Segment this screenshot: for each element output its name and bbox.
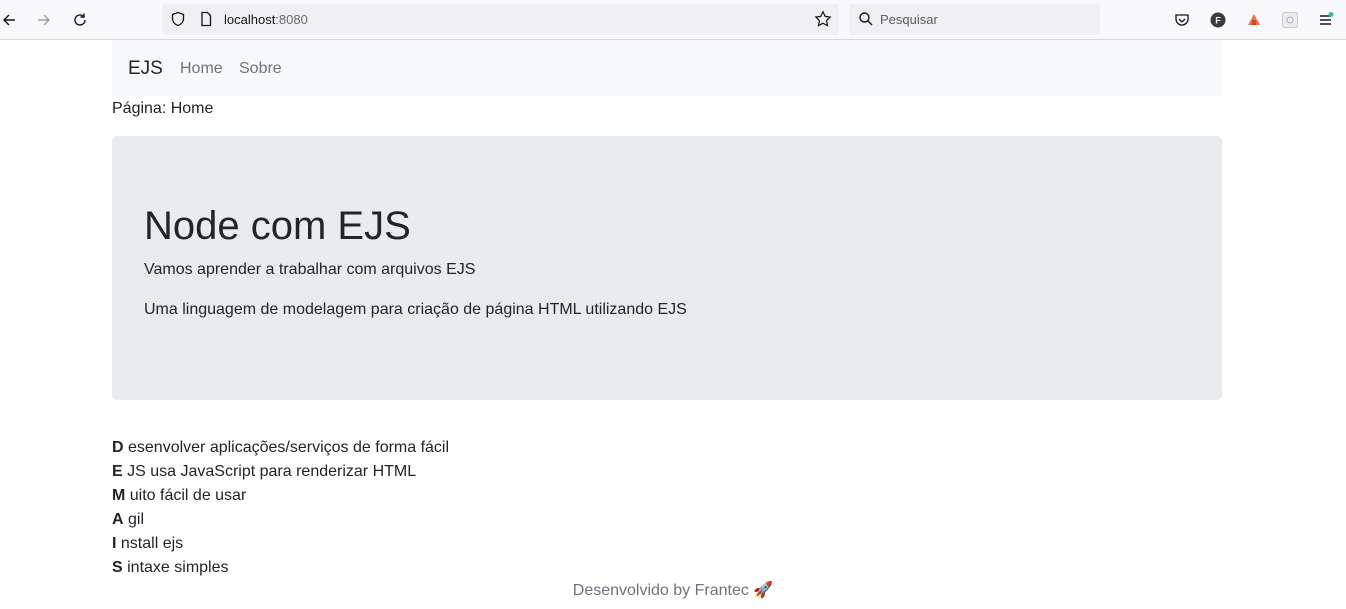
search-box[interactable]: Pesquisar (849, 4, 1100, 35)
list-item: A gil (112, 508, 449, 532)
jumbotron-lead: Vamos aprender a trabalhar com arquivos … (144, 261, 476, 278)
list-item-letter: A (112, 511, 124, 528)
list-item-letter: S (112, 559, 123, 576)
list-item-text: esenvolver aplicações/serviços de forma … (123, 439, 450, 456)
svg-text:F: F (1215, 16, 1221, 26)
jumbotron-text: Uma linguagem de modelagem para criação … (144, 301, 687, 318)
page-label: Página: Home (112, 100, 214, 117)
list-item-text: intaxe simples (122, 559, 229, 576)
menu-icon[interactable] (1314, 8, 1338, 32)
back-arrow-icon[interactable] (0, 8, 21, 32)
list-item-text: JS usa JavaScript para renderizar HTML (122, 463, 417, 480)
browser-toolbar: localhost:8080 Pesquisar F (0, 0, 1346, 40)
page-icon[interactable] (194, 7, 218, 31)
reload-icon[interactable] (68, 8, 92, 32)
list-item-letter: E (112, 463, 123, 480)
footer-text: Desenvolvido by Frantec 🚀 (572, 582, 774, 599)
list-item: I nstall ejs (112, 532, 449, 556)
extension-grid-icon[interactable] (1278, 8, 1302, 32)
acronym-list: D esenvolver aplicações/serviços de form… (112, 436, 449, 580)
list-item-text: gil (123, 511, 145, 528)
url-text[interactable]: localhost:8080 (224, 12, 308, 27)
list-item-letter: D (112, 439, 124, 456)
url-bar[interactable]: localhost:8080 (162, 4, 839, 35)
navbar: EJS Home Sobre (112, 40, 1222, 96)
list-item: M uito fácil de usar (112, 484, 449, 508)
list-item-text: uito fácil de usar (125, 487, 247, 504)
list-item: E JS usa JavaScript para renderizar HTML (112, 460, 449, 484)
list-item: S intaxe simples (112, 556, 449, 580)
bookmark-star-icon[interactable] (811, 7, 835, 31)
pocket-icon[interactable] (1170, 8, 1194, 32)
jumbotron-title: Node com EJS (144, 204, 411, 248)
jumbotron: Node com EJS Vamos aprender a trabalhar … (112, 136, 1222, 400)
profile-avatar-icon[interactable]: F (1206, 8, 1230, 32)
nav-link-sobre[interactable]: Sobre (239, 60, 282, 78)
search-placeholder: Pesquisar (880, 12, 938, 27)
forward-arrow-icon[interactable] (32, 8, 56, 32)
extension-icon[interactable] (1242, 8, 1266, 32)
nav-link-home[interactable]: Home (180, 60, 223, 78)
list-item-letter: M (112, 487, 126, 504)
search-icon (854, 7, 878, 31)
navbar-brand[interactable]: EJS (128, 58, 163, 80)
list-item-text: nstall ejs (116, 535, 184, 552)
shield-icon[interactable] (166, 7, 190, 31)
list-item: D esenvolver aplicações/serviços de form… (112, 436, 449, 460)
